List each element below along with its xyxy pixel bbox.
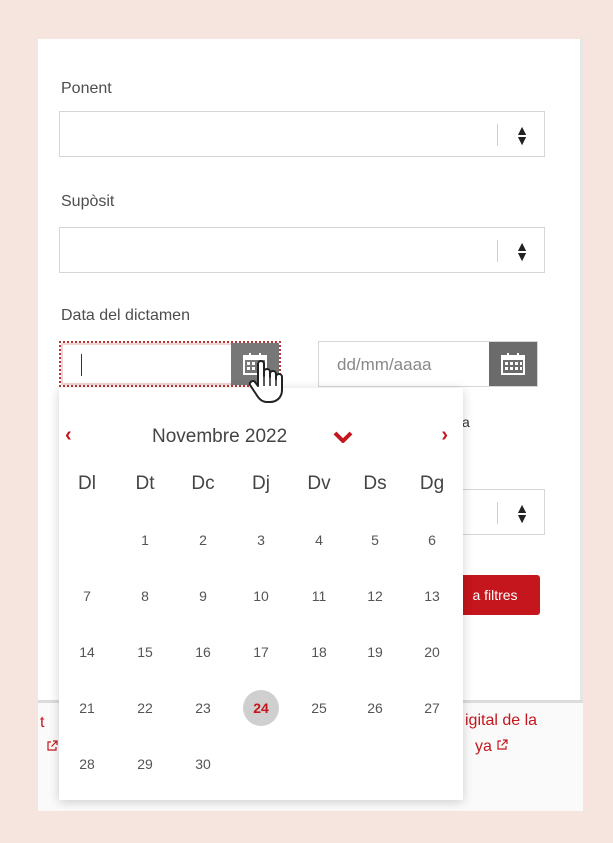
date-to-input[interactable]: dd/mm/aaaa [318,341,538,387]
calendar-day[interactable]: 5 [357,522,393,558]
calendar-day[interactable]: 1 [127,522,163,558]
ponent-label: Ponent [61,80,112,97]
calendar-day[interactable]: 2 [185,522,221,558]
calendar-day[interactable]: 14 [69,634,105,670]
calendar-day[interactable]: 8 [127,578,163,614]
weekday-label: Dc [191,473,215,494]
weekday-label: Dl [78,473,96,494]
calendar-day[interactable]: 11 [301,578,337,614]
select-separator [497,124,498,146]
weekday-header-row: Dl Dt Dc Dj Dv Ds Dg [59,473,463,518]
calendar-day[interactable]: 25 [301,690,337,726]
select-separator [497,502,498,524]
external-link-icon [47,740,58,751]
datepicker-popup: ‹ Novembre 2022 › Dl Dt Dc Dj Dv Ds Dg 1 2 3 4 5 6 7 8… [59,388,463,800]
calendar-day[interactable]: 26 [357,690,393,726]
next-month-button[interactable]: › [441,424,448,447]
calendar-day[interactable]: 22 [127,690,163,726]
weekday-label: Dj [252,473,270,494]
calendar-day[interactable]: 20 [414,634,450,670]
calendar-week-row: 123456 [59,518,463,574]
calendar-day[interactable]: 6 [414,522,450,558]
calendar-day-today[interactable]: 24 [243,690,279,726]
weekday-label: Dt [135,473,155,494]
calendar-day[interactable]: 9 [185,578,221,614]
partial-label-fragment: a [462,414,470,430]
calendar-day[interactable]: 7 [69,578,105,614]
calendar-day[interactable]: 23 [185,690,221,726]
select-separator [497,240,498,262]
calendar-day[interactable]: 18 [301,634,337,670]
chevron-down-icon[interactable] [333,430,353,444]
weekday-label: Ds [363,473,387,494]
date-to-placeholder: dd/mm/aaaa [337,355,432,374]
calendar-day[interactable]: 21 [69,690,105,726]
ponent-select[interactable]: ▲ ▼ [59,111,545,157]
weekday-label: Dv [307,473,331,494]
weekday-label: Dg [419,473,445,494]
suposit-label: Supòsit [61,193,115,210]
footer-right-link-text: ya [475,738,492,755]
month-title[interactable]: Novembre 2022 [152,426,287,448]
external-link-icon [497,739,508,750]
calendar-week-row: 28 29 30 [59,742,463,798]
prev-month-button[interactable]: ‹ [65,424,72,447]
calendar-day[interactable]: 30 [185,746,221,782]
date-to-calendar-button[interactable] [489,342,537,386]
calendar-week-row: 7 8 9 10 11 12 13 [59,574,463,630]
calendar-day[interactable]: 3 [243,522,279,558]
calendar-day[interactable]: 16 [185,634,221,670]
calendar-day[interactable]: 19 [357,634,393,670]
hand-cursor-icon [248,360,283,403]
calendar-week-row: 14 15 16 17 18 19 20 [59,630,463,686]
date-label: Data del dictamen [61,307,190,324]
calendar-icon [501,353,525,375]
sort-arrows-icon: ▲ ▼ [515,122,529,148]
footer-left-fragment: t [40,714,45,731]
calendar-day[interactable]: 13 [414,578,450,614]
sort-arrows-icon: ▲ ▼ [515,238,529,264]
calendar-day[interactable]: 12 [357,578,393,614]
calendar-day[interactable]: 15 [127,634,163,670]
calendar-day[interactable]: 10 [243,578,279,614]
footer-right-link-2[interactable]: ya [475,738,508,756]
apply-filters-button[interactable]: a filtres [450,575,540,615]
text-caret [81,354,82,376]
calendar-day[interactable]: 28 [69,746,105,782]
calendar-week-row: 21 22 23 24 25 26 27 [59,686,463,742]
calendar-day[interactable]: 17 [243,634,279,670]
apply-filters-label: a filtres [472,587,518,603]
calendar-day[interactable]: 29 [127,746,163,782]
calendar-day[interactable]: 4 [301,522,337,558]
calendar-day[interactable]: 27 [414,690,450,726]
datepicker-header: ‹ Novembre 2022 › [59,424,463,454]
footer-right-link[interactable]: igital de la [465,712,537,730]
calendar-grid: Dl Dt Dc Dj Dv Ds Dg 1 2 3 4 5 6 7 8 9 10 11 12 13 14 15 16 17 1… [59,473,463,798]
sort-arrows-icon: ▲ ▼ [515,500,529,526]
suposit-select[interactable]: ▲ ▼ [59,227,545,273]
